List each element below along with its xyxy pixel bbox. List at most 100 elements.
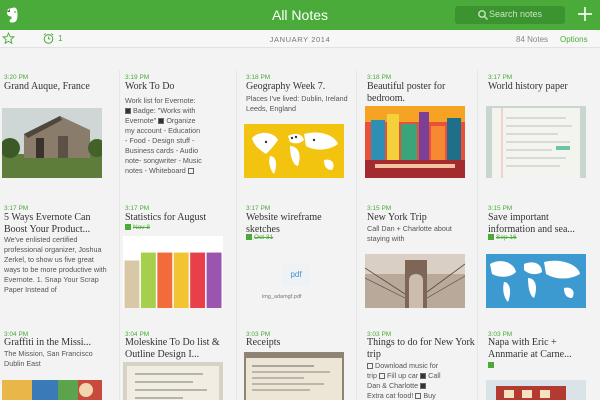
note-title: Website wireframe sketches xyxy=(246,212,322,235)
receipt-photo-thumbnail xyxy=(244,352,344,400)
note-title: Moleskine To Do list & Outline Design I.… xyxy=(125,337,220,360)
checklist-line: notes - Whiteboard xyxy=(125,166,233,176)
note-time: 3:17 PM xyxy=(246,205,271,212)
note-title: 5 Ways Evernote Can Boost Your Product..… xyxy=(4,212,91,235)
note-card[interactable]: 3:03 PM Things to do for New York trip D… xyxy=(363,328,476,400)
note-title: Statistics for August xyxy=(125,212,207,223)
toolbar: 1 JANUARY 2014 84 Notes Options xyxy=(0,30,600,48)
column-divider xyxy=(356,70,357,400)
note-time: 3:17 PM xyxy=(488,74,513,81)
note-card[interactable]: 3:17 PM Website wireframe sketches Oct 3… xyxy=(242,200,355,326)
new-note-plus-icon[interactable] xyxy=(577,6,593,22)
note-card[interactable]: 3:17 PM 5 Ways Evernote Can Boost Your P… xyxy=(0,200,113,326)
note-snippet: Places I've lived: Dublin, Ireland Leeds… xyxy=(246,94,348,113)
note-card[interactable]: 3:04 PM Graffiti in the Missi... The Mis… xyxy=(0,328,113,400)
note-card[interactable]: 3:15 PM Save important information and s… xyxy=(484,200,597,326)
checklist-text: Extra cat food! xyxy=(367,391,414,400)
chart-bar xyxy=(124,260,140,308)
checklist-line: Work list for Evernote: xyxy=(125,96,196,105)
reminder-done-icon xyxy=(246,234,252,240)
checklist-text: Dan & Charlotte xyxy=(367,381,419,390)
note-title: World history paper xyxy=(488,81,568,92)
note-time: 3:18 PM xyxy=(367,74,392,81)
checkbox-checked-icon[interactable] xyxy=(125,108,131,114)
reminder-date: Sep 16 xyxy=(496,234,517,241)
note-title: Things to do for New York trip xyxy=(367,337,475,360)
note-card[interactable]: 3:17 PM World history paper xyxy=(484,50,597,198)
checklist-line: Dan & Charlotte xyxy=(367,381,475,391)
pdf-file-icon[interactable]: pdf xyxy=(282,264,310,286)
note-title: Beautiful poster for bedroom. xyxy=(367,81,446,104)
checklist-line: Badge: "Works with xyxy=(125,106,233,116)
note-title: Geography Week 7. xyxy=(246,81,326,92)
chart-bar xyxy=(206,252,222,308)
note-card[interactable]: 3:17 PM Statistics for August Nov 8 xyxy=(121,200,234,326)
options-link[interactable]: Options xyxy=(560,35,588,44)
checklist-text: Organize xyxy=(166,116,196,125)
note-time: 3:17 PM xyxy=(125,205,150,212)
note-reminder: Oct 31 xyxy=(246,234,273,241)
checklist-line: note- songwriter - Music xyxy=(125,156,202,165)
checklist-line: Evernote" Organize xyxy=(125,116,233,126)
checklist-text: Download music for xyxy=(375,361,439,370)
attachment-filename: img_adamgf.pdf xyxy=(262,294,302,300)
app: All Notes Search notes 1 JANUARY 2014 84… xyxy=(0,0,600,400)
checklist-line: - Food - Design stuff - xyxy=(125,136,195,145)
checkbox-empty-icon[interactable] xyxy=(415,393,422,399)
note-time: 3:15 PM xyxy=(488,205,513,212)
note-title: Work To Do xyxy=(125,81,175,92)
checkbox-checked-icon[interactable] xyxy=(420,383,427,389)
note-title: Grand Auque, France xyxy=(4,81,90,92)
note-time: 3:20 PM xyxy=(4,74,29,81)
checklist-text: Fill up car xyxy=(387,371,419,380)
column-divider xyxy=(236,70,237,400)
checkbox-checked-icon[interactable] xyxy=(158,118,165,124)
note-card[interactable]: 3:18 PM Beautiful poster for bedroom. xyxy=(363,50,476,198)
statistics-bar-chart xyxy=(123,236,223,308)
note-snippet: The Mission, San Francisco Dublin East xyxy=(4,349,93,368)
checklist-text: Badge: "Works with xyxy=(133,106,196,115)
note-card[interactable]: 3:04 PM Moleskine To Do list & Outline D… xyxy=(121,328,234,400)
chart-bar xyxy=(190,252,206,308)
note-card[interactable]: 3:18 PM Geography Week 7. Places I've li… xyxy=(242,50,355,198)
checklist-line: trip Fill up car Call xyxy=(367,371,475,381)
note-time: 3:18 PM xyxy=(246,74,271,81)
reminder-date: Nov 8 xyxy=(133,224,150,231)
checklist-text: notes - Whiteboard xyxy=(125,166,186,175)
notebook-paper-thumbnail xyxy=(486,106,586,178)
reminder-date: Oct 31 xyxy=(254,234,274,241)
month-header: JANUARY 2014 xyxy=(269,35,331,44)
checklist-line: Download music for xyxy=(367,361,475,371)
search-placeholder: Search notes xyxy=(489,9,543,19)
note-checklist: Work list for Evernote: Badge: "Works wi… xyxy=(125,96,233,176)
note-reminder: Sep 16 xyxy=(488,234,517,241)
note-time: 3:15 PM xyxy=(367,205,392,212)
bridge-photo-thumbnail xyxy=(365,254,465,308)
checkbox-checked-icon[interactable] xyxy=(420,373,427,379)
note-card[interactable]: 3:03 PM Napa with Eric + Annmarie at Car… xyxy=(484,328,597,400)
checklist-line: Extra cat food! Buy xyxy=(367,391,475,400)
note-title: Napa with Eric + Annmarie at Carne... xyxy=(488,337,572,360)
note-card[interactable]: 3:03 PM Receipts xyxy=(242,328,355,400)
search-input[interactable]: Search notes xyxy=(455,6,565,24)
note-card[interactable]: 3:20 PM Grand Auque, France xyxy=(0,50,113,198)
top-bar: All Notes Search notes xyxy=(0,0,600,30)
moleskine-photo-thumbnail xyxy=(123,362,223,400)
checkbox-empty-icon[interactable] xyxy=(187,168,194,174)
reminder-done-icon xyxy=(125,224,131,230)
note-card[interactable]: 3:19 PM Work To Do Work list for Evernot… xyxy=(121,50,234,198)
checklist-line: Business cards - Audio xyxy=(125,146,199,155)
checkbox-empty-icon[interactable] xyxy=(379,373,385,379)
note-snippet: We've enlisted certified professional or… xyxy=(4,235,107,294)
restaurant-photo-thumbnail xyxy=(486,380,586,400)
reminder-done-icon xyxy=(488,362,494,368)
checklist-text: trip xyxy=(367,371,377,380)
note-title: Save important information and sea... xyxy=(488,212,575,235)
checkbox-empty-icon[interactable] xyxy=(367,363,373,369)
note-snippet: Call Dan + Charlotte about staying with xyxy=(367,224,452,243)
chart-bar xyxy=(173,252,189,308)
chart-bar xyxy=(157,252,173,308)
column-divider xyxy=(119,70,120,400)
note-title: Graffiti in the Missi... xyxy=(4,337,92,348)
note-card[interactable]: 3:15 PM New York Trip Call Dan + Charlot… xyxy=(363,200,476,326)
